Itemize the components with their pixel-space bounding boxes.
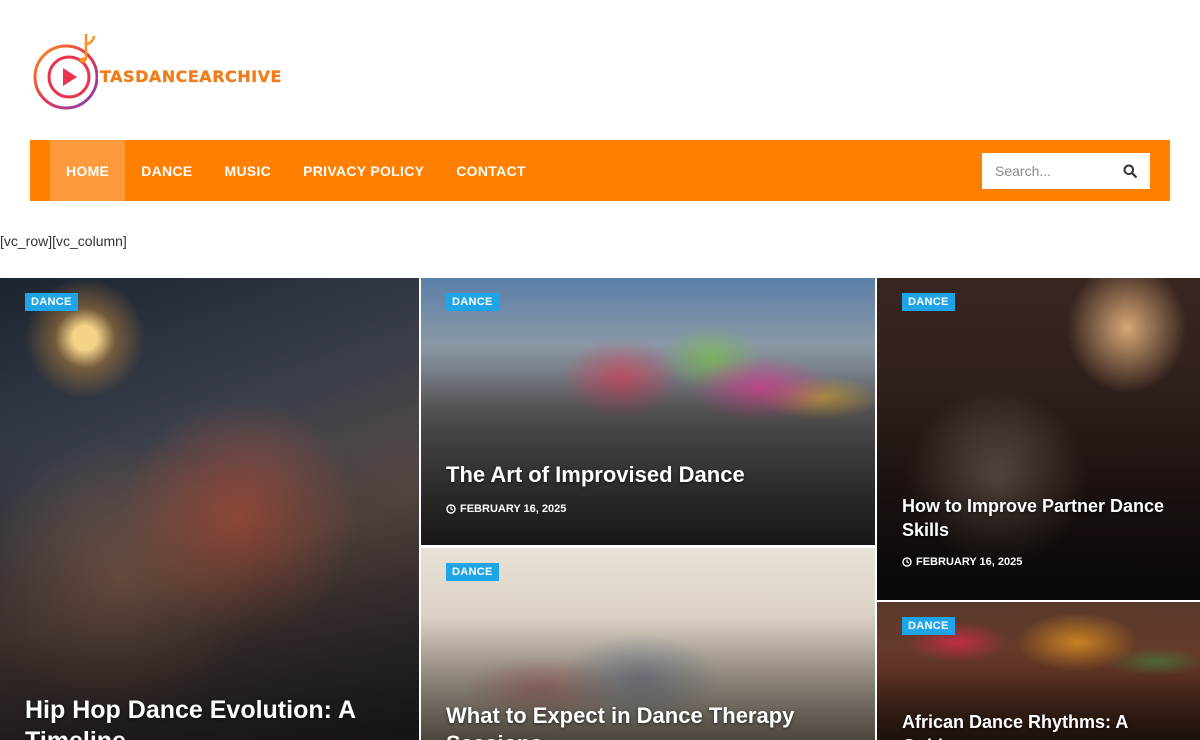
search-input[interactable]: [982, 154, 1112, 188]
category-badge[interactable]: DANCE: [446, 293, 499, 311]
nav-item-home[interactable]: HOME: [50, 140, 126, 201]
main-navigation: HOME DANCE MUSIC PRIVACY POLICY CONTACT: [30, 140, 1170, 201]
category-badge[interactable]: DANCE: [902, 617, 955, 635]
post-date-text: FEBRUARY 16, 2025: [916, 556, 1023, 568]
post-tile-improvised-dance[interactable]: DANCE The Art of Improvised Dance FEBRUA…: [421, 278, 875, 545]
shortcode-text: [vc_row][vc_column]: [0, 233, 127, 249]
clock-icon: [902, 557, 912, 567]
category-badge[interactable]: DANCE: [902, 293, 955, 311]
post-tile-dance-therapy[interactable]: DANCE What to Expect in Dance Therapy Se…: [421, 548, 875, 740]
post-title[interactable]: African Dance Rhythms: A Guide: [902, 710, 1180, 740]
post-date-text: FEBRUARY 16, 2025: [460, 503, 567, 515]
post-title[interactable]: The Art of Improvised Dance: [446, 461, 855, 489]
nav-item-privacy-policy[interactable]: PRIVACY POLICY: [287, 140, 440, 201]
post-title[interactable]: How to Improve Partner Dance Skills: [902, 494, 1180, 542]
clock-icon: [446, 504, 456, 514]
nav-menu: HOME DANCE MUSIC PRIVACY POLICY CONTACT: [50, 140, 542, 201]
category-badge[interactable]: DANCE: [446, 563, 499, 581]
post-tile-african-dance[interactable]: DANCE African Dance Rhythms: A Guide: [877, 602, 1200, 740]
site-header: TASDANCEARCHIVE: [0, 0, 1200, 140]
nav-item-music[interactable]: MUSIC: [208, 140, 287, 201]
post-tile-partner-dance[interactable]: DANCE How to Improve Partner Dance Skill…: [877, 278, 1200, 600]
post-title[interactable]: Hip Hop Dance Evolution: A Timeline: [25, 695, 399, 740]
post-title[interactable]: What to Expect in Dance Therapy Sessions: [446, 702, 855, 740]
search-icon: [1123, 164, 1137, 178]
logo-text: TASDANCEARCHIVE: [100, 66, 282, 86]
search-button[interactable]: [1112, 153, 1148, 189]
site-logo[interactable]: TASDANCEARCHIVE: [32, 30, 282, 112]
post-date: FEBRUARY 16, 2025: [446, 503, 566, 515]
post-tile-hip-hop[interactable]: DANCE Hip Hop Dance Evolution: A Timelin…: [0, 278, 419, 740]
search-box: [982, 153, 1150, 189]
category-badge[interactable]: DANCE: [25, 293, 78, 311]
post-date: FEBRUARY 16, 2025: [902, 556, 1022, 568]
play-music-logo-icon: [32, 30, 99, 112]
nav-item-contact[interactable]: CONTACT: [440, 140, 542, 201]
nav-item-dance[interactable]: DANCE: [125, 140, 208, 201]
